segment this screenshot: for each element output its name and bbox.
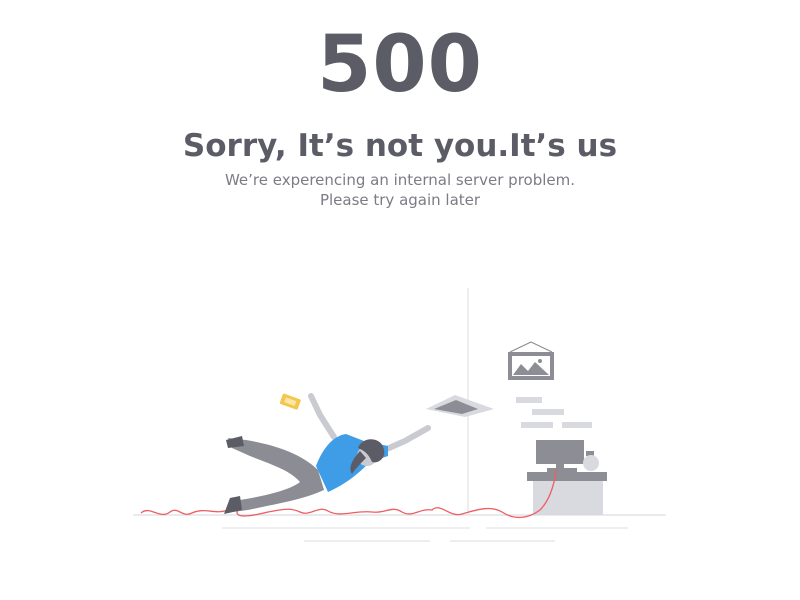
falling-person-icon xyxy=(224,393,431,514)
paper-icon xyxy=(426,395,494,417)
computer-monitor-icon xyxy=(536,440,584,472)
picture-frame-icon xyxy=(508,341,554,380)
wall-bricks xyxy=(516,397,592,428)
server-error-illustration xyxy=(133,288,666,542)
desk-icon xyxy=(527,472,607,515)
vase-icon xyxy=(583,451,599,471)
floor-lines xyxy=(133,514,666,542)
phone-icon xyxy=(279,393,301,410)
